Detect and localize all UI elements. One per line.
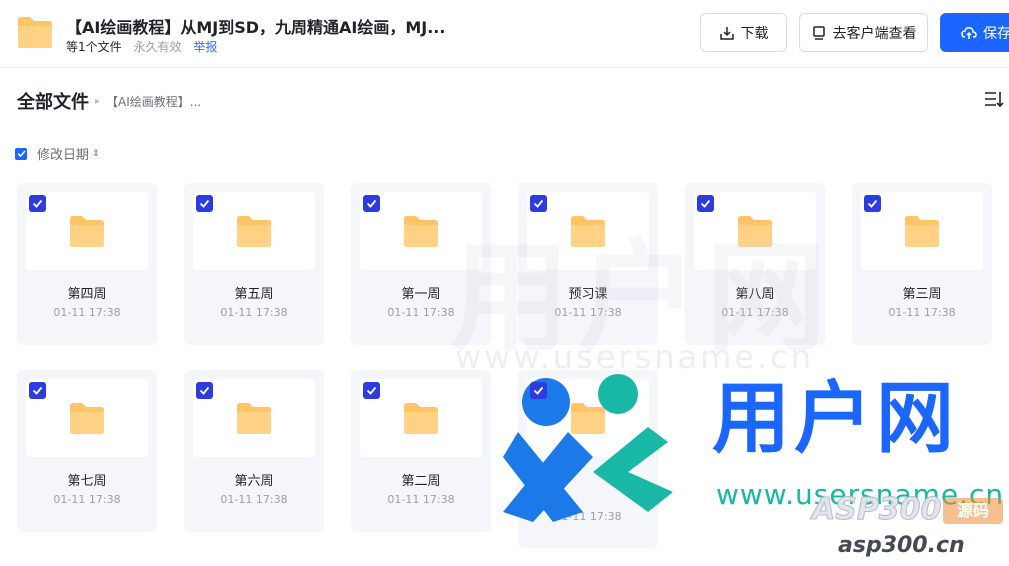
folder-icon [571,216,605,247]
check-icon [366,386,377,395]
save-button[interactable]: 保存 [940,13,1009,52]
folder-checkbox[interactable] [363,195,380,212]
folder-icon [738,216,772,247]
folder-checkbox[interactable] [530,382,547,399]
check-icon [32,199,43,208]
folder-date: 01-11 17:38 [53,306,121,319]
folder-name: 第四周 [67,287,107,302]
check-icon [199,199,210,208]
open-client-label: 去客户端查看 [832,25,917,42]
folder-card[interactable]: 第七周 01-11 17:38 [17,370,157,532]
folder-name: 第六周 [234,474,274,489]
folder-date: 01-11 17:38 [721,306,789,319]
validity-text: 永久有效 [133,40,182,54]
folder-checkbox[interactable] [697,195,714,212]
check-icon [199,386,210,395]
folder-card[interactable]: 第五周 01-11 17:38 [184,183,324,345]
folder-name: 第七周 [67,474,107,489]
select-all-checkbox[interactable] [15,147,27,160]
check-icon [32,386,43,395]
folder-name: 第三周 [902,287,942,302]
sort-list-icon[interactable] [984,90,1004,108]
folder-date: 01-11 17:38 [220,306,288,319]
folder-icon [237,216,271,247]
cloud-upload-icon [961,26,977,39]
folder-name: 第一周 [401,287,441,302]
file-count: 等1个文件 [66,40,122,54]
sort-by-date[interactable]: 修改日期 [37,144,89,163]
watermark-badge: 源码 [943,498,1003,524]
check-icon [366,199,377,208]
report-link[interactable]: 举报 [193,40,217,54]
folder-card[interactable]: 第二周 01-11 17:38 [351,370,491,532]
check-icon [700,199,711,208]
folder-card[interactable]: 第一周 01-11 17:38 [351,183,491,345]
download-icon [719,26,734,40]
save-label: 保存 [983,25,1009,42]
folder-date: 01-11 17:38 [387,493,455,506]
folder-name: 第八周 [735,287,775,302]
breadcrumb: 全部文件 ▸ 【AI绘画教程】... [17,88,201,114]
download-label: 下载 [740,25,769,42]
sort-row: 修改日期 ⇕ [15,144,100,163]
breadcrumb-root[interactable]: 全部文件 [17,88,89,114]
folder-checkbox[interactable] [363,382,380,399]
folder-card[interactable]: 第四周 01-11 17:38 [17,183,157,345]
folder-date: 01-11 17:38 [387,306,455,319]
folder-icon [237,403,271,434]
folder-checkbox[interactable] [530,195,547,212]
monitor-icon [812,25,825,40]
folder-name: 预习课 [568,287,608,302]
folder-icon [70,403,104,434]
breadcrumb-current: 【AI绘画教程】... [106,94,202,109]
folder-card[interactable]: 预习课 01-11 17:38 [518,183,658,345]
folder-date: 01-11 17:38 [220,493,288,506]
folder-checkbox[interactable] [29,382,46,399]
check-icon [533,386,544,395]
folder-icon [70,216,104,247]
folder-checkbox[interactable] [29,195,46,212]
folder-icon [404,403,438,434]
folder-name: 第二周 [401,474,441,489]
folder-name: 第五周 [234,287,274,302]
check-icon [533,199,544,208]
check-icon [16,150,26,158]
sort-arrows-icon[interactable]: ⇕ [92,149,100,159]
share-title: 【AI绘画教程】从MJ到SD，九周精通AI绘画，MJ... [66,18,446,37]
share-meta: 等1个文件 永久有效 举报 [66,38,217,55]
folder-card[interactable]: 第六周 01-11 17:38 [184,370,324,532]
download-button[interactable]: 下载 [700,13,787,52]
check-icon [867,199,878,208]
open-client-button[interactable]: 去客户端查看 [799,13,928,52]
folder-checkbox[interactable] [196,382,213,399]
folder-date: 01-11 17:38 [53,493,121,506]
folder-icon [404,216,438,247]
folder-card[interactable]: 第三周 01-11 17:38 [852,183,992,345]
folder-date: 01-11 17:38 [554,306,622,319]
folder-checkbox[interactable] [864,195,881,212]
folder-icon [905,216,939,247]
breadcrumb-separator-icon: ▸ [95,95,101,107]
folder-icon [18,17,52,48]
share-header: 【AI绘画教程】从MJ到SD，九周精通AI绘画，MJ... 等1个文件 永久有效… [0,0,1009,68]
folder-card[interactable]: 第八周 01-11 17:38 [685,183,825,345]
watermark-logo-icon [503,374,673,522]
folder-checkbox[interactable] [196,195,213,212]
folder-date: 01-11 17:38 [888,306,956,319]
